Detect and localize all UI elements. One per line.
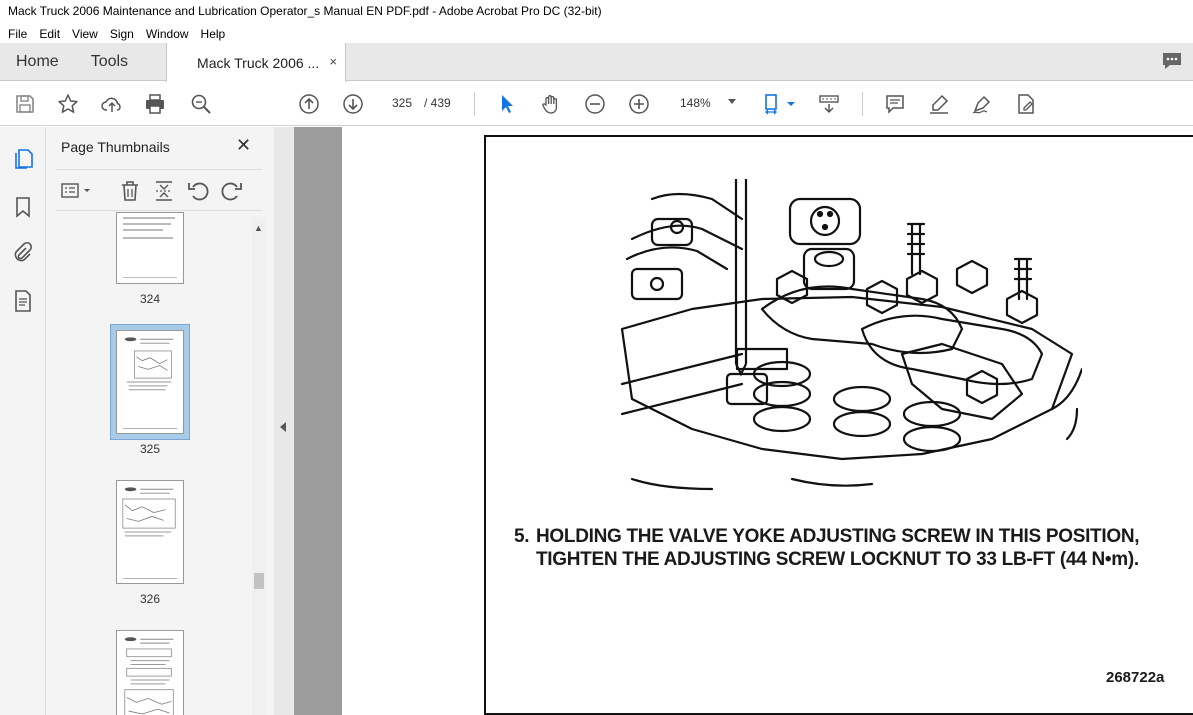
highlighter-icon[interactable] bbox=[927, 92, 951, 116]
comment-icon[interactable] bbox=[883, 92, 907, 116]
scrollbar-thumb[interactable] bbox=[254, 573, 264, 589]
toolbar-divider bbox=[862, 92, 863, 116]
toolbar-divider bbox=[474, 92, 475, 116]
thumbnail-label: 324 bbox=[139, 292, 161, 306]
engine-valve-illustration bbox=[620, 179, 1082, 491]
chevron-down-icon bbox=[728, 99, 736, 104]
menu-view[interactable]: View bbox=[66, 27, 104, 41]
thumbnail-preview bbox=[124, 637, 174, 715]
zoom-dropdown[interactable]: 148% bbox=[672, 91, 742, 115]
attachment-icon[interactable] bbox=[11, 241, 35, 265]
next-page-icon[interactable] bbox=[341, 92, 365, 116]
tab-home[interactable]: Home bbox=[0, 43, 75, 80]
navigation-rail bbox=[0, 127, 46, 715]
menu-sign[interactable]: Sign bbox=[104, 27, 140, 41]
thumbnail-page-324[interactable] bbox=[116, 212, 184, 284]
comment-bubble-icon[interactable] bbox=[1161, 51, 1183, 71]
delete-page-icon[interactable] bbox=[118, 179, 142, 203]
collapse-panel-icon[interactable] bbox=[280, 422, 286, 432]
tab-document-label: Mack Truck 2006 ... bbox=[197, 54, 320, 71]
window-title: Mack Truck 2006 Maintenance and Lubricat… bbox=[0, 0, 1193, 24]
select-cursor-icon[interactable] bbox=[495, 92, 519, 116]
save-icon[interactable] bbox=[13, 92, 37, 116]
page-number-input[interactable] bbox=[384, 91, 420, 115]
menu-edit[interactable]: Edit bbox=[33, 27, 66, 41]
document-viewport[interactable]: 5. HOLDING THE VALVE YOKE ADJUSTING SCRE… bbox=[294, 127, 1193, 715]
fit-page-dropdown-icon[interactable] bbox=[786, 92, 796, 116]
close-tab-icon[interactable]: × bbox=[329, 54, 337, 69]
pdf-page: 5. HOLDING THE VALVE YOKE ADJUSTING SCRE… bbox=[342, 127, 1193, 715]
fit-page-icon[interactable] bbox=[762, 92, 786, 116]
instruction-step: 5. HOLDING THE VALVE YOKE ADJUSTING SCRE… bbox=[514, 525, 1154, 571]
print-icon[interactable] bbox=[143, 92, 167, 116]
insert-page-icon[interactable] bbox=[152, 179, 176, 203]
search-zoom-icon[interactable] bbox=[189, 92, 213, 116]
hand-tool-icon[interactable] bbox=[539, 92, 563, 116]
previous-page-icon[interactable] bbox=[297, 92, 321, 116]
thumbnail-preview bbox=[122, 487, 178, 579]
page-thumbnails-panel: Page Thumbnails ✕ 324 325 326 ▲ bbox=[46, 127, 274, 715]
thumbnail-toolbar bbox=[56, 169, 262, 211]
thumbnail-label: 325 bbox=[139, 442, 161, 456]
scroll-mode-icon[interactable] bbox=[817, 92, 841, 116]
menu-bar: File Edit View Sign Window Help bbox=[0, 24, 1193, 43]
step-number: 5. bbox=[514, 526, 530, 547]
scroll-up-icon[interactable]: ▲ bbox=[254, 223, 263, 233]
panel-title: Page Thumbnails bbox=[61, 139, 170, 155]
thumbnail-preview bbox=[122, 337, 178, 429]
thumbnail-page-325[interactable] bbox=[116, 330, 184, 434]
thumbnail-list[interactable]: 324 325 326 bbox=[46, 212, 274, 715]
menu-file[interactable]: File bbox=[2, 27, 33, 41]
zoom-out-icon[interactable] bbox=[583, 92, 607, 116]
edit-pdf-icon[interactable] bbox=[1014, 92, 1038, 116]
thumbnail-page-327[interactable] bbox=[116, 630, 184, 715]
bookmark-icon[interactable] bbox=[11, 195, 35, 219]
menu-help[interactable]: Help bbox=[195, 27, 232, 41]
thumbnail-options-icon[interactable] bbox=[60, 179, 94, 203]
menu-window[interactable]: Window bbox=[140, 27, 195, 41]
tab-tools[interactable]: Tools bbox=[75, 43, 144, 80]
panel-splitter[interactable] bbox=[274, 127, 294, 715]
rotate-clockwise-icon[interactable] bbox=[220, 179, 244, 203]
zoom-in-icon[interactable] bbox=[627, 92, 651, 116]
thumbnail-label: 326 bbox=[139, 592, 161, 606]
tab-bar: Home Tools Mack Truck 2006 ... × bbox=[0, 43, 1193, 82]
document-properties-icon[interactable] bbox=[11, 289, 35, 313]
star-icon[interactable] bbox=[56, 92, 80, 116]
page-total: / 439 bbox=[424, 96, 451, 110]
sign-pen-icon[interactable] bbox=[970, 92, 994, 116]
page-thumbnails-icon[interactable] bbox=[11, 147, 35, 171]
upload-cloud-icon[interactable] bbox=[100, 92, 124, 116]
thumbnail-scrollbar[interactable]: ▲ bbox=[252, 217, 266, 715]
tab-document[interactable]: Mack Truck 2006 ... × bbox=[166, 43, 347, 82]
rotate-counterclockwise-icon[interactable] bbox=[186, 179, 210, 203]
zoom-value: 148% bbox=[680, 96, 711, 110]
close-panel-icon[interactable]: ✕ bbox=[236, 135, 251, 156]
step-text: HOLDING THE VALVE YOKE ADJUSTING SCREW I… bbox=[536, 526, 1140, 570]
main-toolbar bbox=[0, 82, 1193, 126]
figure-id: 268722a bbox=[1106, 669, 1165, 686]
thumbnail-page-326[interactable] bbox=[116, 480, 184, 584]
